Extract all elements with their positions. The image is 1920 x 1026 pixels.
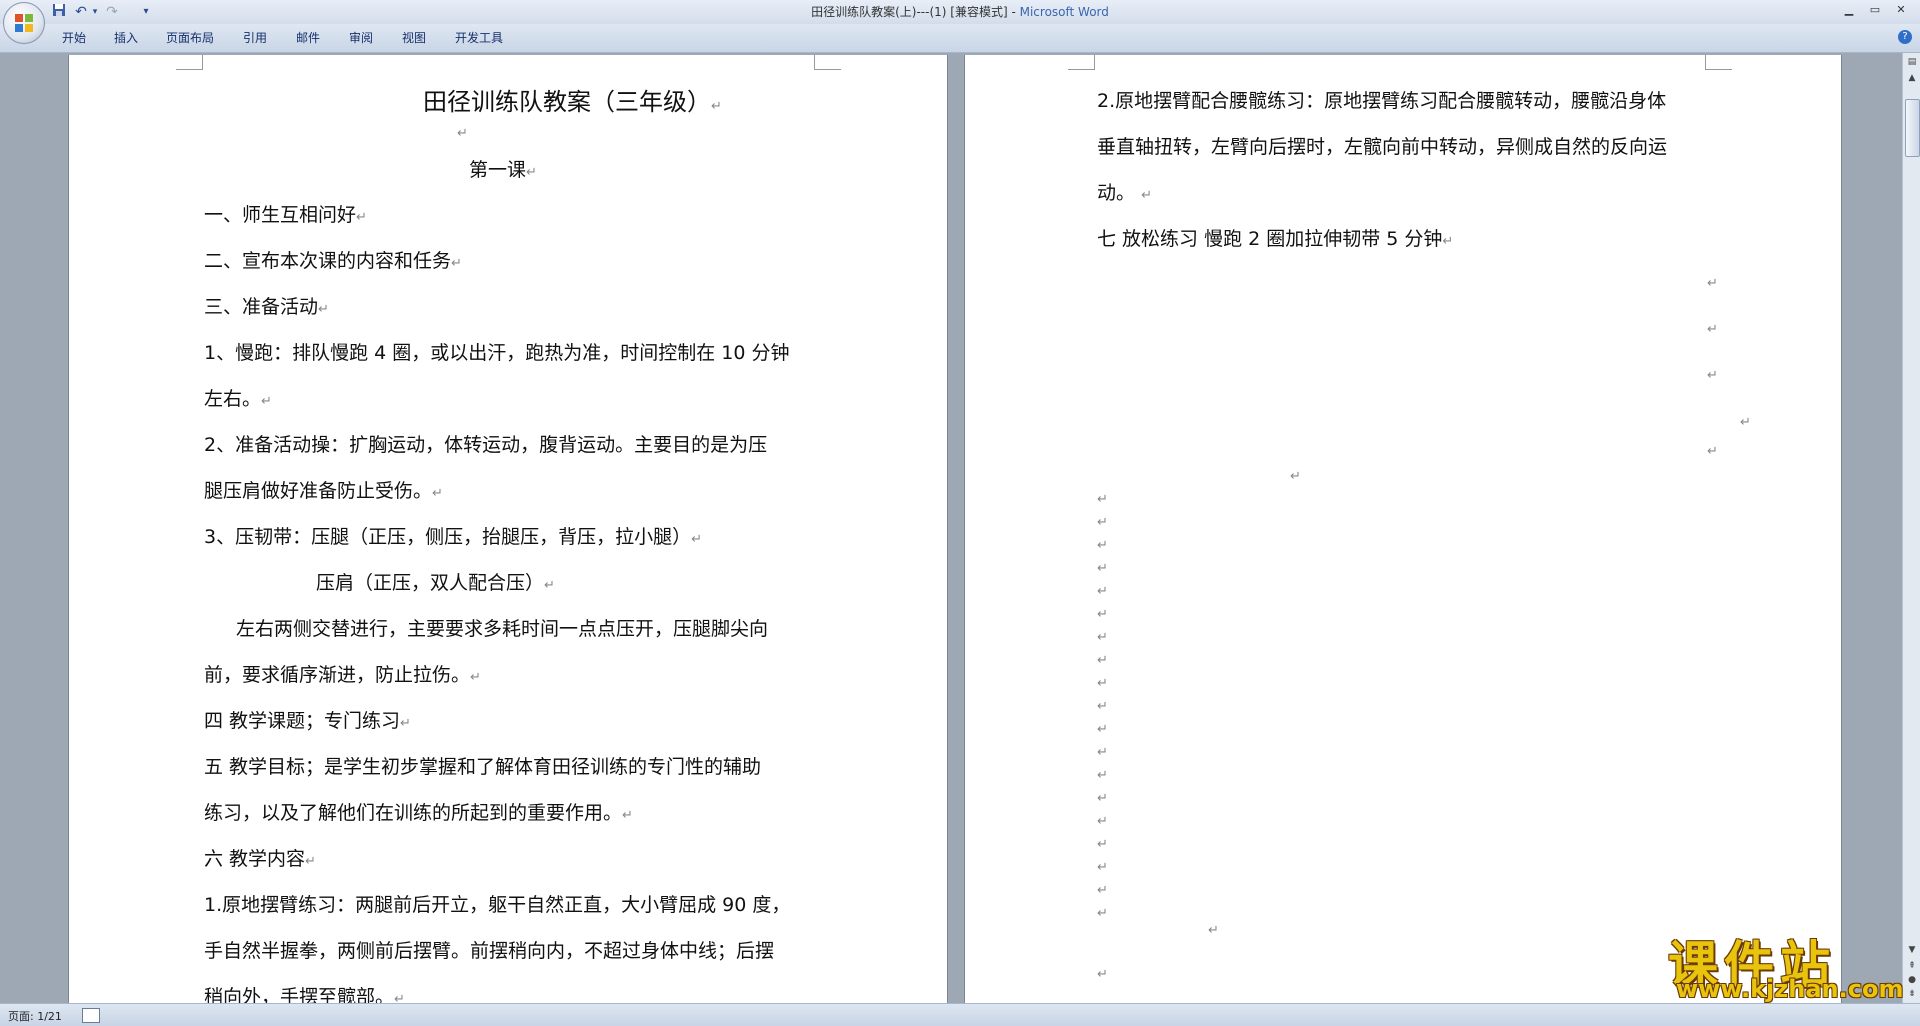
tab-page-layout[interactable]: 页面布局 (166, 30, 214, 46)
body-line[interactable]: 左右两侧交替进行，主要要求多耗时间一点点压开，压腿脚尖向 (236, 614, 768, 641)
body-line[interactable]: 四 教学课题；专门练习↵ (204, 706, 411, 733)
body-line[interactable]: 垂直轴扭转，左臂向后摆时，左髋向前中转动，异侧成自然的反向运 (1097, 132, 1667, 159)
paragraph-mark: ↵ (1208, 923, 1219, 938)
select-browse-object-icon[interactable]: ● (1905, 973, 1919, 987)
ribbon-bar (0, 24, 1920, 53)
body-line[interactable]: 一、师生互相问好↵ (204, 200, 367, 227)
crop-mark (176, 55, 203, 70)
tab-developer[interactable]: 开发工具 (455, 30, 503, 46)
tab-insert[interactable]: 插入 (114, 30, 138, 46)
status-bar: 页面: 1/21 (0, 1003, 1920, 1026)
tab-view[interactable]: 视图 (402, 30, 426, 46)
scroll-down-icon[interactable]: ▼ (1905, 943, 1919, 957)
paragraph-mark: ↵ (1097, 722, 1108, 737)
body-line[interactable]: 稍向外，手摆至髋部。↵ (204, 982, 405, 1005)
paragraph-mark: ↵ (1097, 676, 1108, 691)
body-line[interactable]: 练习，以及了解他们在训练的所起到的重要作用。↵ (204, 798, 633, 825)
paragraph-mark: ↵ (1097, 791, 1108, 806)
tab-review[interactable]: 审阅 (349, 30, 373, 46)
paragraph-mark: ↵ (1097, 561, 1108, 576)
paragraph-mark: ↵ (1707, 368, 1718, 383)
body-line[interactable]: 2.原地摆臂配合腰髋练习：原地摆臂练习配合腰髋转动，腰髋沿身体 (1097, 86, 1666, 113)
paragraph-mark: ↵ (1097, 814, 1108, 829)
office-logo-icon (15, 14, 33, 32)
crop-mark (1705, 55, 1732, 70)
paragraph-mark: ↵ (1097, 699, 1108, 714)
paragraph-mark: ↵ (1097, 607, 1108, 622)
body-line[interactable]: 1、慢跑：排队慢跑 4 圈，或以出汗，跑热为准，时间控制在 10 分钟 (204, 338, 790, 365)
body-line[interactable]: 六 教学内容↵ (204, 844, 316, 871)
restore-button[interactable]: ▭ (1862, 2, 1888, 18)
office-button[interactable] (3, 2, 45, 44)
body-line[interactable]: 2、准备活动操：扩胸运动，体转运动，腹背运动。主要目的是为压 (204, 430, 767, 457)
paragraph-mark: ↵ (1290, 469, 1301, 484)
body-line[interactable]: 二、宣布本次课的内容和任务↵ (204, 246, 462, 273)
body-line[interactable]: 前，要求循序渐进，防止拉伤。↵ (204, 660, 481, 687)
previous-page-icon[interactable]: ⇞ (1905, 959, 1919, 973)
watermark-url: www.kjzhan.com (1676, 975, 1904, 1003)
app-name: Microsoft Word (1019, 5, 1109, 19)
document-title: 田径训练队教案(上)---(1) [兼容模式] - (811, 5, 1020, 19)
crop-mark (814, 55, 841, 70)
lesson-heading[interactable]: 第一课↵ (469, 155, 537, 182)
scroll-up-icon[interactable]: ▲ (1905, 71, 1919, 85)
scroll-thumb[interactable] (1905, 99, 1920, 157)
body-line[interactable]: 七 放松练习 慢跑 2 圈加拉伸韧带 5 分钟↵ (1097, 224, 1453, 251)
paragraph-mark: ↵ (1707, 276, 1718, 291)
body-line[interactable]: 动。 ↵ (1097, 178, 1152, 205)
body-line[interactable]: 1.原地摆臂练习：两腿前后开立，躯干自然正直，大小臂屈成 90 度， (204, 890, 790, 917)
body-line[interactable]: 三、准备活动↵ (204, 292, 329, 319)
window-title: 田径训练队教案(上)---(1) [兼容模式] - Microsoft Word (0, 0, 1920, 24)
paragraph-mark: ↵ (1097, 584, 1108, 599)
paragraph-mark: ↵ (457, 126, 468, 141)
proofing-icon[interactable] (82, 1008, 100, 1023)
paragraph-mark: ↵ (1097, 837, 1108, 852)
body-line[interactable]: 手自然半握拳，两侧前后摆臂。前摆稍向内，不超过身体中线；后摆 (204, 936, 774, 963)
ruler-toggle-icon[interactable]: ▤ (1905, 55, 1919, 69)
vertical-scrollbar[interactable]: ▤ ▲ ▼ ⇞ ● ⇟ (1902, 53, 1920, 1003)
paragraph-mark: ↵ (1097, 768, 1108, 783)
document-title-heading[interactable]: 田径训练队教案（三年级）↵ (423, 82, 722, 117)
body-line[interactable]: 左右。↵ (204, 384, 272, 411)
paragraph-mark: ↵ (1097, 538, 1108, 553)
paragraph-mark: ↵ (1097, 883, 1108, 898)
document-page-1[interactable]: 田径训练队教案（三年级）↵ ↵ 第一课↵ 一、师生互相问好↵ 二、宣布本次课的内… (68, 55, 948, 1005)
body-line[interactable]: 压肩（正压，双人配合压）↵ (316, 568, 555, 595)
paragraph-mark: ↵ (1097, 653, 1108, 668)
tab-home[interactable]: 开始 (62, 30, 86, 46)
crop-mark (1068, 55, 1095, 70)
next-page-icon[interactable]: ⇟ (1905, 987, 1919, 1001)
body-line[interactable]: 3、压韧带：压腿（正压，侧压，抬腿压，背压，拉小腿）↵ (204, 522, 702, 549)
document-page-2[interactable]: 2.原地摆臂配合腰髋练习：原地摆臂练习配合腰髋转动，腰髋沿身体 垂直轴扭转，左臂… (964, 55, 1842, 1005)
tab-mailings[interactable]: 邮件 (296, 30, 320, 46)
paragraph-mark: ↵ (1097, 967, 1108, 982)
body-line[interactable]: 腿压肩做好准备防止受伤。↵ (204, 476, 443, 503)
site-watermark-logo: 课件站 www.kjzhan.com (1668, 925, 1904, 1005)
paragraph-mark: ↵ (1707, 444, 1718, 459)
paragraph-mark: ↵ (1097, 906, 1108, 921)
paragraph-mark: ↵ (1097, 860, 1108, 875)
paragraph-mark: ↵ (1740, 415, 1751, 430)
minimize-button[interactable]: ▁ (1836, 2, 1862, 18)
close-button[interactable]: ✕ (1888, 2, 1914, 18)
paragraph-mark: ↵ (1097, 492, 1108, 507)
paragraph-mark: ↵ (1707, 322, 1718, 337)
paragraph-mark: ↵ (1097, 630, 1108, 645)
help-icon[interactable]: ? (1898, 30, 1912, 44)
paragraph-mark: ↵ (1097, 745, 1108, 760)
page-count[interactable]: 页面: 1/21 (8, 1008, 62, 1024)
paragraph-mark: ↵ (1097, 515, 1108, 530)
body-line[interactable]: 五 教学目标；是学生初步掌握和了解体育田径训练的专门性的辅助 (204, 752, 761, 779)
tab-references[interactable]: 引用 (243, 30, 267, 46)
